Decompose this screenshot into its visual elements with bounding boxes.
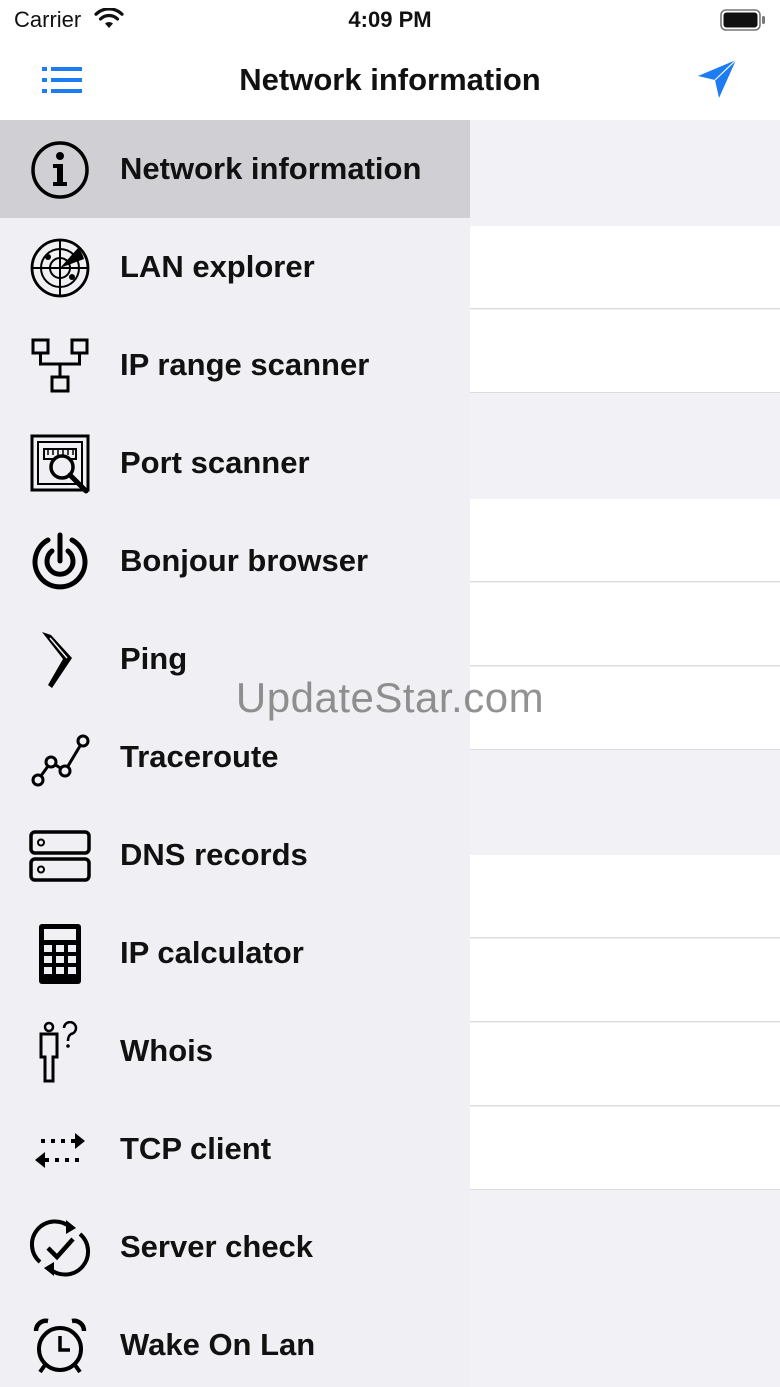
boomerang-icon bbox=[42, 632, 72, 688]
menu-item-label: Traceroute bbox=[120, 739, 279, 774]
menu-item-ip-calculator[interactable]: IP calculator bbox=[0, 904, 470, 1002]
menu-item-whois[interactable]: Whois bbox=[0, 1002, 470, 1100]
calculator-icon bbox=[39, 924, 81, 984]
menu-item-label: Whois bbox=[120, 1033, 213, 1068]
menu-item-port-scanner[interactable]: Port scanner bbox=[0, 414, 470, 512]
exchange-arrows-icon bbox=[35, 1133, 85, 1168]
menu-list-icon[interactable] bbox=[40, 62, 86, 98]
clock: 4:09 PM bbox=[348, 7, 432, 32]
menu-item-label: IP calculator bbox=[120, 935, 304, 970]
menu-item-tcp-client[interactable]: TCP client bbox=[0, 1100, 470, 1198]
radar-icon bbox=[30, 238, 90, 298]
status-bar: Carrier 4:09 PM bbox=[0, 0, 780, 40]
navigation-bar: Network information bbox=[0, 40, 780, 120]
route-icon bbox=[31, 734, 90, 787]
menu-item-label: Bonjour browser bbox=[120, 543, 369, 578]
menu-item-label: DNS records bbox=[120, 837, 308, 872]
server-icon bbox=[29, 830, 91, 882]
send-icon[interactable] bbox=[694, 56, 740, 102]
network-tree-icon bbox=[31, 338, 89, 393]
menu-item-label: TCP client bbox=[120, 1131, 272, 1166]
page-title: Network information bbox=[239, 62, 541, 97]
menu-item-network-information[interactable]: Network information bbox=[0, 120, 470, 218]
side-menu: Network information LAN explorer IP rang… bbox=[0, 120, 470, 1387]
menu-item-label: Ping bbox=[120, 641, 188, 676]
menu-item-label: LAN explorer bbox=[120, 249, 315, 284]
menu-item-dns-records[interactable]: DNS records bbox=[0, 806, 470, 904]
menu-item-label: IP range scanner bbox=[120, 347, 370, 382]
info-icon bbox=[31, 141, 89, 199]
battery-icon bbox=[720, 9, 765, 31]
menu-item-ip-range-scanner[interactable]: IP range scanner bbox=[0, 316, 470, 414]
menu-item-label: Server check bbox=[120, 1229, 314, 1264]
bonjour-icon bbox=[32, 532, 88, 590]
menu-item-bonjour-browser[interactable]: Bonjour browser bbox=[0, 512, 470, 610]
menu-item-wake-on-lan[interactable]: Wake On Lan bbox=[0, 1296, 470, 1387]
menu-item-lan-explorer[interactable]: LAN explorer bbox=[0, 218, 470, 316]
menu-item-server-check[interactable]: Server check bbox=[0, 1198, 470, 1296]
menu-item-traceroute[interactable]: Traceroute bbox=[0, 708, 470, 806]
menu-item-label: Network information bbox=[120, 151, 422, 186]
menu-item-ping[interactable]: Ping bbox=[0, 610, 470, 708]
sync-check-icon bbox=[29, 1219, 91, 1277]
menu-item-label: Port scanner bbox=[120, 445, 310, 480]
port-scan-icon bbox=[30, 434, 90, 494]
person-question-icon bbox=[39, 1021, 78, 1083]
alarm-clock-icon bbox=[33, 1318, 87, 1374]
menu-item-label: Wake On Lan bbox=[120, 1327, 316, 1362]
